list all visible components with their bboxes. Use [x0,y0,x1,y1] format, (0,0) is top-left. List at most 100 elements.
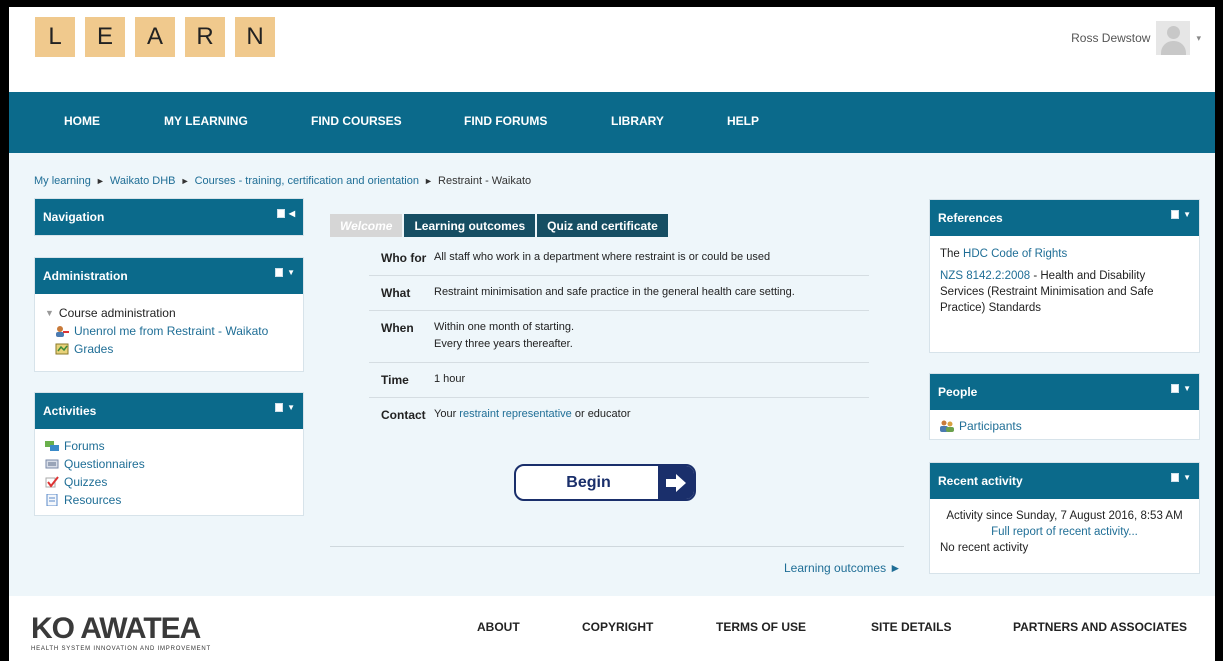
navigation-block-header[interactable]: Navigation ◀ [35,199,303,235]
grades-icon [55,343,69,355]
footer-terms-of-use[interactable]: TERMS OF USE [716,620,806,634]
questionnaires-link[interactable]: Questionnaires [64,457,145,471]
quiz-check-icon [45,476,59,488]
activity-quizzes[interactable]: Quizzes [45,473,293,491]
begin-button[interactable]: Begin [514,464,696,501]
nav-help[interactable]: HELP [727,114,759,128]
collapse-icon[interactable]: ▼ [287,403,295,412]
next-learning-outcomes-link[interactable]: Learning outcomes ► [784,561,901,575]
info-label: Time [381,373,409,387]
chevron-down-icon[interactable]: ▾ [1196,33,1201,44]
unenrol-link-row[interactable]: Unenrol me from Restraint - Waikato [45,322,293,340]
arrow-right-icon [658,466,694,499]
recent-activity-since: Activity since Sunday, 7 August 2016, 8:… [946,510,1183,522]
logo-tile-e[interactable]: E [85,17,125,57]
site-header: L E A R N Ross Dewstow ▾ [9,7,1215,92]
references-block-header[interactable]: References ▼ [930,200,1199,236]
resource-icon [46,494,58,506]
info-value: 1 hour [434,373,466,385]
begin-button-label: Begin [566,473,611,491]
nav-find-courses[interactable]: FIND COURSES [311,114,402,128]
user-menu[interactable]: Ross Dewstow ▾ [1071,21,1201,55]
info-row-time: Time 1 hour [369,363,869,398]
restraint-representative-link[interactable]: restraint representative [459,408,572,420]
logo-tile-l[interactable]: L [35,17,75,57]
logo-tile-a[interactable]: A [135,17,175,57]
collapse-icon[interactable]: ▼ [1183,384,1191,393]
tree-expanded-icon: ▼ [45,308,54,318]
dock-icon[interactable] [275,267,284,277]
activity-forums[interactable]: Forums [45,437,293,455]
footer-copyright[interactable]: COPYRIGHT [582,620,653,634]
dock-icon[interactable] [1171,472,1180,482]
nav-library[interactable]: LIBRARY [611,114,664,128]
quizzes-link[interactable]: Quizzes [64,475,107,489]
info-label: When [381,321,414,335]
breadcrumb-my-learning[interactable]: My learning [34,175,91,187]
user-name[interactable]: Ross Dewstow [1071,31,1150,45]
breadcrumb-separator: ► [180,176,190,186]
nzs-8142-link[interactable]: NZS 8142.2:2008 [940,270,1030,282]
avatar-icon[interactable] [1156,21,1191,55]
collapse-icon[interactable]: ▼ [287,268,295,277]
navigation-block: Navigation ◀ [34,198,304,236]
footer-partners-and-associates[interactable]: PARTNERS AND ASSOCIATES [1013,620,1187,634]
collapse-icon[interactable]: ▼ [1183,210,1191,219]
course-info-table: Who for All staff who work in a departme… [369,241,869,432]
footer-about[interactable]: ABOUT [477,620,520,634]
info-label: Contact [381,408,426,422]
dock-icon[interactable] [276,208,285,218]
references-block-title: References [938,211,1003,225]
nav-my-learning[interactable]: MY LEARNING [164,114,248,128]
grades-link[interactable]: Grades [74,342,113,356]
contact-prefix: Your [434,408,460,420]
collapse-icon[interactable]: ▼ [1183,473,1191,482]
full-report-link[interactable]: Full report of recent activity... [991,526,1138,538]
activities-block-title: Activities [43,404,97,418]
info-label: Who for [381,251,427,265]
participants-row[interactable]: Participants [940,417,1189,435]
breadcrumb-courses[interactable]: Courses - training, certification and or… [195,175,419,187]
nav-home[interactable]: HOME [64,114,100,128]
dock-icon[interactable] [1171,383,1180,393]
unenrol-link[interactable]: Unenrol me from Restraint - Waikato [74,324,268,338]
unenrol-icon [56,326,69,337]
info-row-contact: Contact Your restraint representative or… [369,398,869,432]
activities-block: Activities ▼ Forums Questionnaires Quizz… [34,392,304,516]
tab-quiz-and-certificate[interactable]: Quiz and certificate [537,214,668,237]
hdc-code-of-rights-link[interactable]: HDC Code of Rights [963,248,1067,260]
tab-welcome[interactable]: Welcome [330,214,403,237]
ko-awatea-logo[interactable]: KO AWATEA HEALTH SYSTEM INNOVATION AND I… [31,612,271,652]
people-block: People ▼ Participants [929,373,1200,440]
logo-tile-n[interactable]: N [235,17,275,57]
info-label: What [381,286,411,300]
dock-icon[interactable] [275,402,284,412]
breadcrumb-waikato-dhb[interactable]: Waikato DHB [110,175,176,187]
participants-link[interactable]: Participants [959,419,1022,433]
forums-link[interactable]: Forums [64,439,105,453]
dock-icon[interactable] [1171,209,1180,219]
people-block-header[interactable]: People ▼ [930,374,1199,410]
course-administration-node[interactable]: ▼ Course administration [45,304,293,322]
activities-block-header[interactable]: Activities ▼ [35,393,303,429]
recent-activity-block-header[interactable]: Recent activity ▼ [930,463,1199,499]
grades-link-row[interactable]: Grades [45,340,293,358]
participants-icon [940,420,954,432]
breadcrumb-separator: ► [95,176,105,186]
page-frame: L E A R N Ross Dewstow ▾ HOME MY LEARNIN… [9,7,1215,661]
activity-questionnaires[interactable]: Questionnaires [45,455,293,473]
info-row-who-for: Who for All staff who work in a departme… [369,241,869,276]
references-prefix: The [940,248,964,260]
site-footer: KO AWATEA HEALTH SYSTEM INNOVATION AND I… [9,596,1215,661]
resources-link[interactable]: Resources [64,493,121,507]
collapse-left-icon[interactable]: ◀ [289,209,295,218]
nav-find-forums[interactable]: FIND FORUMS [464,114,547,128]
activity-resources[interactable]: Resources [45,491,293,509]
administration-block-header[interactable]: Administration ▼ [35,258,303,294]
main-nav: HOME MY LEARNING FIND COURSES FIND FORUM… [9,92,1215,153]
contact-suffix: or educator [571,408,631,420]
references-block: References ▼ The HDC Code of Rights NZS … [929,199,1200,353]
logo-tile-r[interactable]: R [185,17,225,57]
footer-site-details[interactable]: SITE DETAILS [871,620,951,634]
tab-learning-outcomes[interactable]: Learning outcomes [404,214,536,237]
